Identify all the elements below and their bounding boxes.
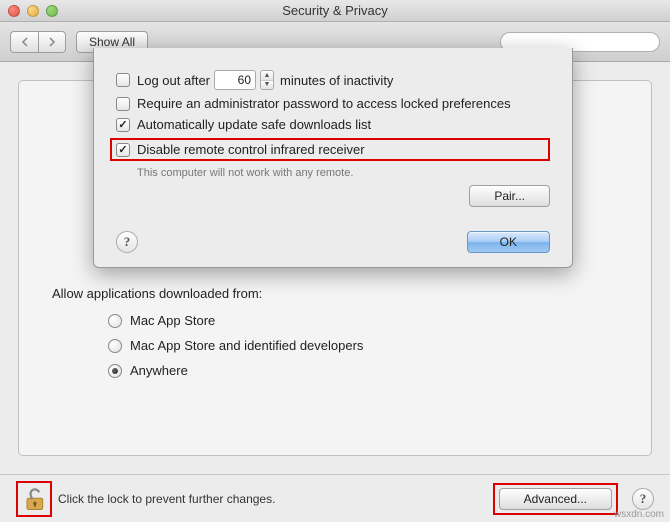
advanced-highlight: Advanced... — [493, 483, 618, 515]
radio-label: Mac App Store and identified developers — [130, 338, 363, 353]
auto-update-row: Automatically update safe downloads list — [116, 117, 550, 132]
logout-minutes-stepper[interactable]: ▲▼ — [260, 70, 274, 90]
forward-button[interactable] — [38, 31, 66, 53]
logout-label-suffix: minutes of inactivity — [280, 73, 393, 88]
zoom-window-button[interactable] — [46, 5, 58, 17]
nav-buttons — [10, 31, 66, 53]
radio-button[interactable] — [108, 339, 122, 353]
require-admin-row: Require an administrator password to acc… — [116, 96, 550, 111]
back-button[interactable] — [10, 31, 38, 53]
lock-highlight — [16, 481, 52, 517]
lock-text: Click the lock to prevent further change… — [58, 492, 275, 506]
advanced-button[interactable]: Advanced... — [499, 488, 612, 510]
search-input[interactable] — [511, 36, 653, 48]
logout-checkbox[interactable] — [116, 73, 130, 87]
stepper-down-icon: ▼ — [261, 81, 273, 90]
logout-minutes-field[interactable]: 60 — [214, 70, 256, 90]
require-admin-label: Require an administrator password to acc… — [137, 96, 511, 111]
disable-ir-label: Disable remote control infrared receiver — [137, 142, 365, 157]
titlebar: Security & Privacy — [0, 0, 670, 22]
radio-mac-app-store[interactable]: Mac App Store — [108, 313, 618, 328]
window-title: Security & Privacy — [0, 3, 670, 18]
logout-row: Log out after 60 ▲▼ minutes of inactivit… — [116, 70, 550, 90]
disable-ir-row: Disable remote control infrared receiver — [110, 138, 550, 161]
radio-anywhere[interactable]: Anywhere — [108, 363, 618, 378]
auto-update-checkbox[interactable] — [116, 118, 130, 132]
auto-update-label: Automatically update safe downloads list — [137, 117, 371, 132]
radio-button[interactable] — [108, 364, 122, 378]
help-button[interactable]: ? — [632, 488, 654, 510]
footer: Click the lock to prevent further change… — [0, 474, 670, 522]
allow-apps-title: Allow applications downloaded from: — [52, 286, 618, 301]
radio-label: Mac App Store — [130, 313, 215, 328]
ok-button[interactable]: OK — [467, 231, 550, 253]
unlock-icon[interactable] — [20, 485, 48, 513]
help-button[interactable]: ? — [116, 231, 138, 253]
close-window-button[interactable] — [8, 5, 20, 17]
disable-ir-checkbox[interactable] — [116, 143, 130, 157]
chevron-right-icon — [48, 37, 56, 47]
allow-apps-section: Allow applications downloaded from: Mac … — [52, 286, 618, 388]
radio-identified-developers[interactable]: Mac App Store and identified developers — [108, 338, 618, 353]
require-admin-checkbox[interactable] — [116, 97, 130, 111]
sheet-bottom: ? OK — [116, 231, 550, 253]
ir-hint-text: This computer will not work with any rem… — [137, 167, 550, 179]
watermark: wsxdn.com — [614, 509, 664, 520]
advanced-sheet: Log out after 60 ▲▼ minutes of inactivit… — [93, 48, 573, 268]
pair-button[interactable]: Pair... — [469, 185, 550, 207]
minimize-window-button[interactable] — [27, 5, 39, 17]
radio-button[interactable] — [108, 314, 122, 328]
stepper-up-icon: ▲ — [261, 71, 273, 81]
logout-label-prefix: Log out after — [137, 73, 210, 88]
pair-row: Pair... — [116, 185, 550, 207]
radio-label: Anywhere — [130, 363, 188, 378]
window-controls — [8, 5, 58, 17]
chevron-left-icon — [21, 37, 29, 47]
